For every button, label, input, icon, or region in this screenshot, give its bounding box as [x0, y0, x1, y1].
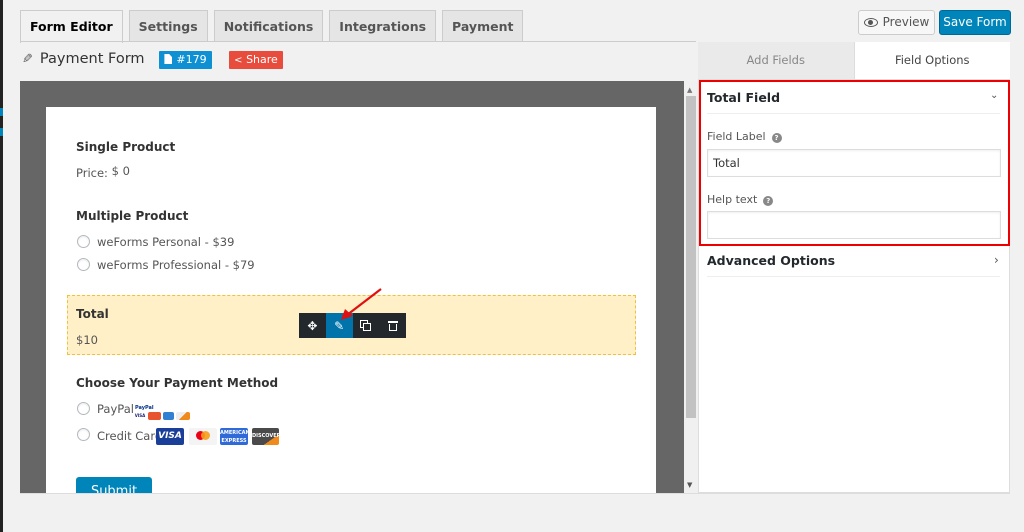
discover-icon: DISCOVER — [252, 428, 281, 445]
chevron-right-icon[interactable]: › — [994, 253, 999, 267]
advanced-options-toggle[interactable]: Advanced Options — [707, 253, 835, 268]
price-value: $ 0 — [111, 164, 130, 178]
form-id-badge[interactable]: #179 — [159, 51, 212, 69]
section-divider — [707, 113, 1000, 114]
single-product-label: Single Product — [76, 140, 176, 154]
paypal-label: PayPal — [97, 402, 134, 416]
share-button[interactable]: < Share — [229, 51, 283, 69]
document-icon — [164, 54, 173, 64]
tab-notifications[interactable]: Notifications — [213, 10, 324, 42]
field-label-text: Field Label — [707, 130, 766, 143]
chevron-down-icon[interactable]: ⌄ — [990, 90, 998, 101]
payment-method-label: Choose Your Payment Method — [76, 376, 279, 390]
multiple-product-label: Multiple Product — [76, 209, 189, 223]
field-label-input[interactable] — [707, 149, 1001, 177]
admin-sidebar-edge — [0, 0, 3, 532]
duplicate-icon[interactable] — [353, 313, 380, 338]
amex-icon: AMERICAN EXPRESS — [220, 428, 250, 445]
option-professional-label: weForms Professional - $79 — [97, 258, 255, 272]
paypal-card-logos: PayPal VISA — [133, 405, 193, 425]
field-action-toolbar: ✥ ✎ — [299, 313, 406, 338]
eye-icon — [863, 18, 878, 27]
preview-label: Preview — [882, 15, 930, 29]
radio-personal[interactable] — [77, 235, 90, 248]
help-icon[interactable]: ? — [771, 133, 782, 143]
help-text-label: Help text? — [707, 193, 774, 206]
tab-settings[interactable]: Settings — [128, 10, 208, 42]
total-field-section-title[interactable]: Total Field — [707, 90, 780, 105]
tab-field-options[interactable]: Field Options — [854, 42, 1010, 79]
mastercard-icon — [189, 428, 217, 445]
pencil-icon[interactable]: ✎ — [22, 52, 33, 67]
option-personal-label: weForms Personal - $39 — [97, 235, 235, 249]
scroll-up-icon[interactable]: ▲ — [687, 86, 692, 94]
tab-integrations[interactable]: Integrations — [329, 10, 437, 42]
total-value: $10 — [76, 333, 98, 347]
tab-form-editor[interactable]: Form Editor — [20, 10, 123, 43]
paypal-icon: PayPal — [135, 405, 154, 411]
save-form-button[interactable]: Save Form — [939, 10, 1011, 35]
form-title-row[interactable]: ✎ Payment Form — [22, 51, 145, 67]
help-icon[interactable]: ? — [763, 196, 774, 206]
visa-icon: VISA — [156, 428, 184, 445]
move-icon[interactable]: ✥ — [299, 313, 326, 338]
edit-icon[interactable]: ✎ — [325, 313, 353, 338]
tabs-divider — [20, 41, 696, 42]
price-row: Price: $ 0 — [76, 164, 130, 180]
total-label: Total — [76, 307, 109, 321]
amex-small-icon — [163, 412, 174, 420]
visa-small-icon: VISA — [134, 412, 146, 420]
help-text-text: Help text — [707, 193, 758, 206]
discover-small-icon — [176, 412, 190, 420]
help-text-input[interactable] — [707, 211, 1001, 239]
share-label: Share — [246, 53, 278, 66]
scrollbar-thumb[interactable] — [686, 96, 696, 418]
editor-tabs: Form Editor Settings Notifications Integ… — [20, 10, 529, 43]
trash-icon[interactable] — [379, 313, 406, 338]
form-preview-canvas: Single Product Price: $ 0 Multiple Produ… — [20, 81, 684, 493]
submit-button[interactable]: Submit — [76, 477, 152, 493]
radio-paypal[interactable] — [77, 402, 90, 415]
preview-button[interactable]: Preview — [858, 10, 935, 35]
editor-bottom-border — [20, 493, 1010, 494]
field-label-label: Field Label? — [707, 130, 782, 143]
tab-add-fields[interactable]: Add Fields — [698, 42, 855, 79]
form-id-label: #179 — [176, 53, 207, 66]
radio-professional[interactable] — [77, 258, 90, 271]
mastercard-small-icon — [148, 412, 161, 420]
price-prefix: Price: — [76, 166, 108, 180]
canvas-scrollbar[interactable]: ▲ ▼ — [684, 81, 698, 493]
scroll-down-icon[interactable]: ▼ — [687, 481, 692, 489]
tab-payment[interactable]: Payment — [442, 10, 524, 42]
credit-card-label: Credit Card — [97, 429, 163, 443]
section-divider — [707, 276, 1000, 277]
form-paper: Single Product Price: $ 0 Multiple Produ… — [46, 107, 656, 493]
radio-credit-card[interactable] — [77, 428, 90, 441]
page-title[interactable]: Payment Form — [40, 51, 145, 67]
panel-tabs: Add Fields Field Options — [698, 42, 1010, 80]
share-icon: < — [234, 55, 243, 66]
